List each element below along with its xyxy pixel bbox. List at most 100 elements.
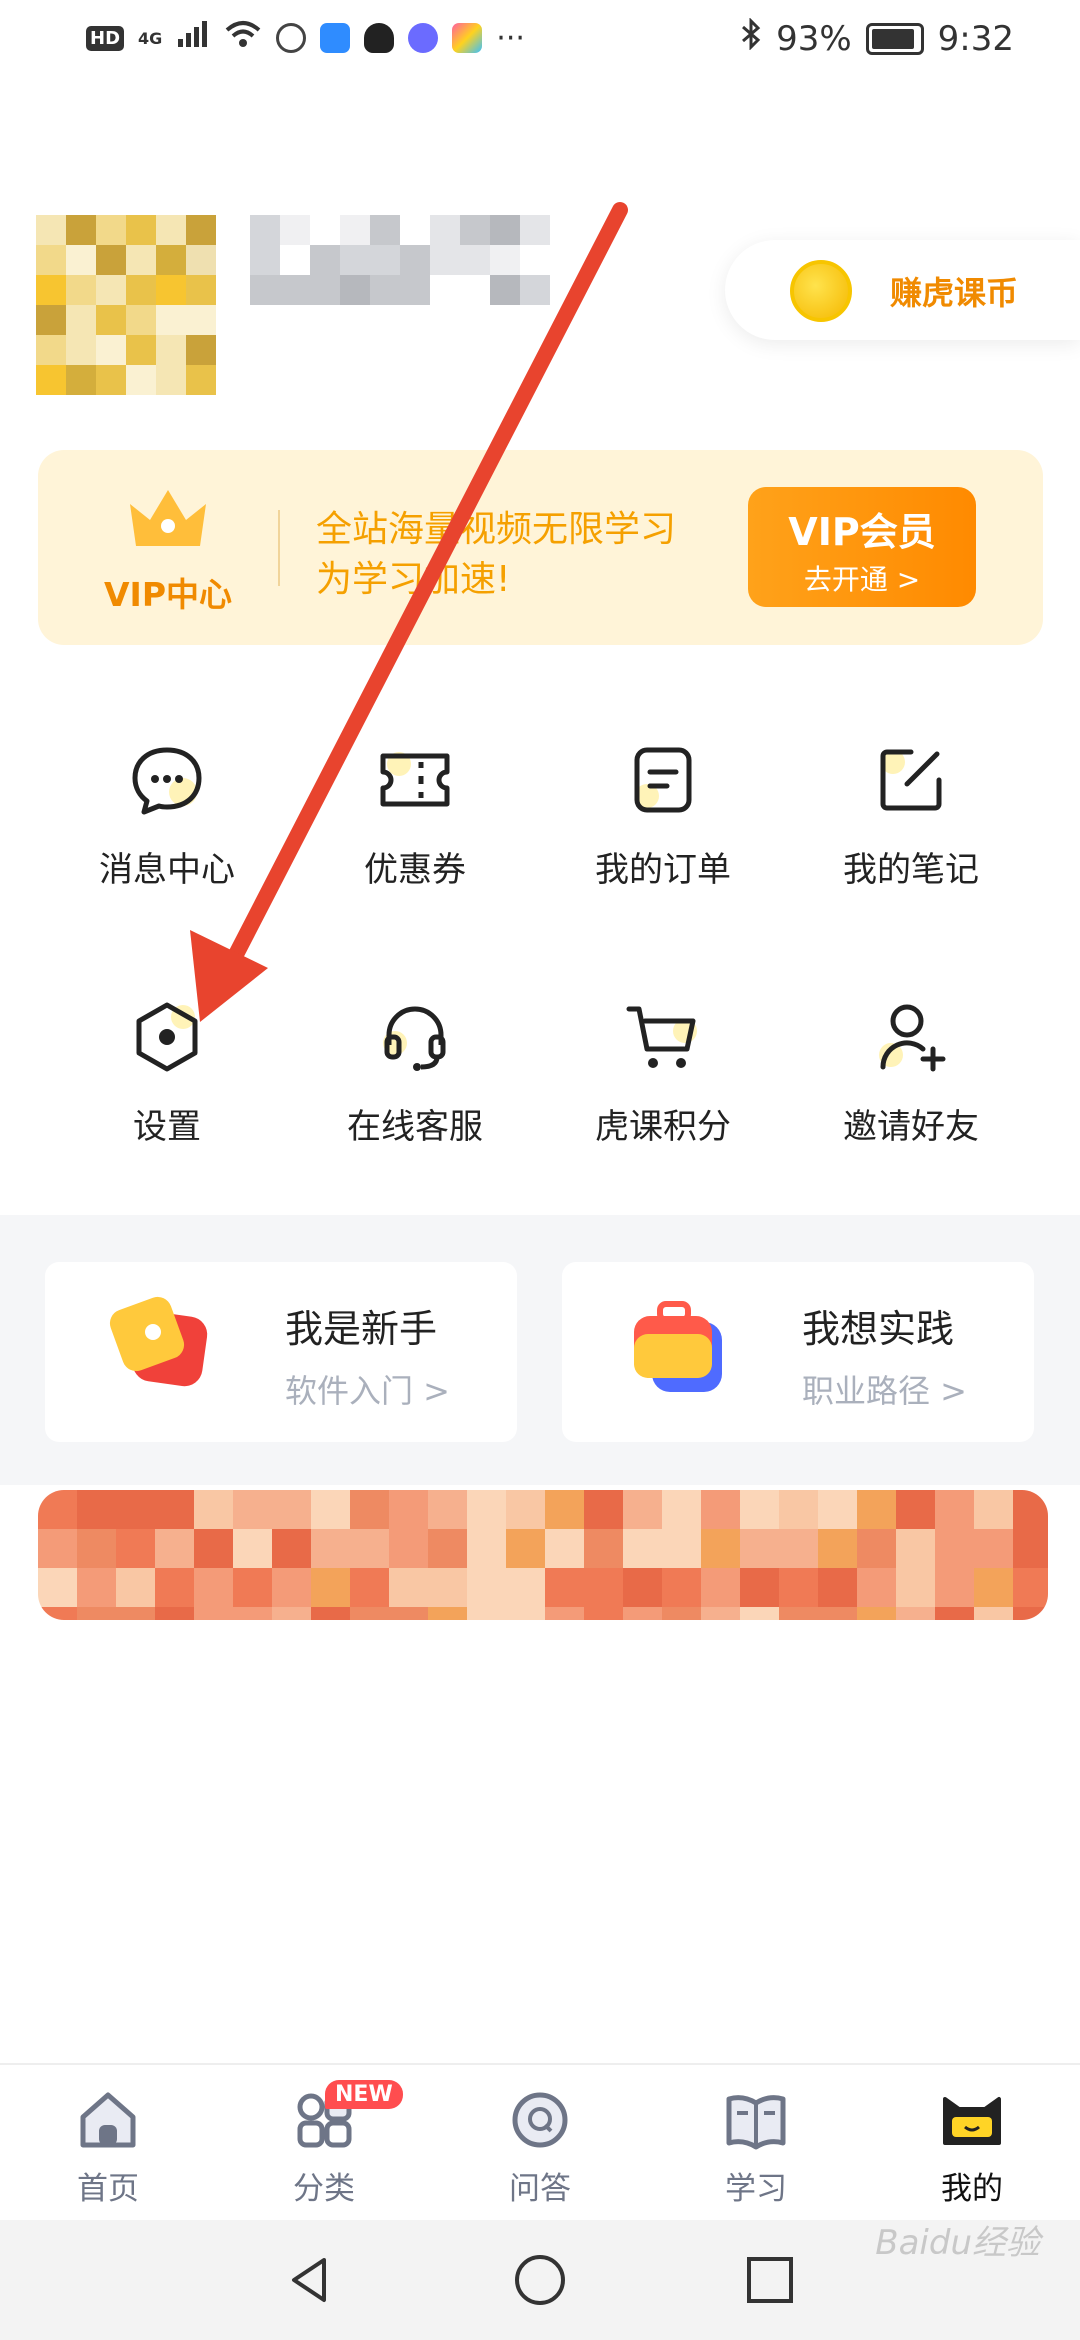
cart-icon — [626, 1006, 697, 1068]
pixel-block — [662, 1490, 701, 1529]
pixel-block — [974, 1568, 1013, 1607]
pixel-block — [155, 1568, 194, 1607]
pixel-block — [400, 275, 430, 305]
grid-item-invite[interactable]: 邀请好友 — [786, 997, 1036, 1167]
pixel-block — [186, 215, 216, 245]
earn-coins-label: 赚虎课币 — [890, 274, 1019, 312]
pixel-block — [506, 1568, 545, 1607]
pixel-block — [490, 245, 520, 275]
pixel-block — [935, 1529, 974, 1568]
more-dots-icon: ··· — [496, 20, 525, 56]
avatar[interactable] — [36, 215, 216, 395]
pixel-block — [545, 1568, 584, 1607]
back-icon[interactable] — [282, 2252, 338, 2308]
settings-icon — [136, 1002, 198, 1072]
tab-label: 首页 — [77, 2171, 139, 2207]
vip-promo-line2: 为学习加速! — [316, 559, 511, 600]
promo-banner-blurred[interactable] — [38, 1490, 1048, 1620]
beginner-card[interactable]: 我是新手 软件入门 > — [45, 1262, 517, 1442]
pixel-block — [896, 1607, 935, 1620]
recents-icon[interactable] — [742, 2252, 798, 2308]
crown-icon — [130, 490, 206, 546]
pixel-block — [194, 1568, 233, 1607]
pixel-block — [430, 275, 460, 305]
pixel-block — [155, 1607, 194, 1620]
pixel-block — [370, 245, 400, 275]
message-icon — [132, 747, 202, 815]
pixel-block — [66, 305, 96, 335]
pixel-block — [156, 215, 186, 245]
tab-label: 问答 — [509, 2171, 571, 2207]
pixel-block — [662, 1568, 701, 1607]
pixel-block — [38, 1529, 77, 1568]
vip-divider — [278, 510, 280, 586]
pixel-block — [311, 1490, 350, 1529]
pixel-block — [818, 1607, 857, 1620]
pixel-block — [250, 215, 280, 245]
grid-item-notes[interactable]: 我的笔记 — [786, 740, 1036, 910]
pixel-block — [194, 1607, 233, 1620]
pixel-block — [779, 1607, 818, 1620]
home-circle-icon[interactable] — [512, 2252, 568, 2308]
tab-study[interactable]: 学习 — [648, 2089, 864, 2208]
tab-qa[interactable]: 问答 — [432, 2089, 648, 2208]
practice-card[interactable]: 我想实践 职业路径 > — [562, 1262, 1034, 1442]
pixel-block — [36, 305, 66, 335]
pixel-block — [428, 1529, 467, 1568]
pixel-block — [340, 215, 370, 245]
pixel-block — [779, 1529, 818, 1568]
grid-item-points[interactable]: 虎课积分 — [538, 997, 788, 1167]
grid-item-orders[interactable]: 我的订单 — [538, 740, 788, 910]
pixel-block — [545, 1490, 584, 1529]
pixel-block — [506, 1490, 545, 1529]
pixel-block — [1013, 1490, 1048, 1529]
pixel-block — [126, 215, 156, 245]
tab-mine[interactable]: 我的 — [864, 2089, 1080, 2208]
pixel-block — [974, 1607, 1013, 1620]
pixel-block — [389, 1568, 428, 1607]
pixel-block — [66, 335, 96, 365]
briefcase-icon — [634, 1301, 722, 1392]
pixel-block — [896, 1568, 935, 1607]
pixel-block — [428, 1568, 467, 1607]
pixel-block — [77, 1490, 116, 1529]
grid-item-settings[interactable]: 设置 — [42, 997, 292, 1167]
coin-icon — [790, 260, 852, 322]
username-blurred[interactable] — [250, 215, 550, 325]
pixel-block — [974, 1529, 1013, 1568]
vip-card[interactable]: VIP中心 全站海量视频无限学习 为学习加速! VIP会员 去开通 > — [38, 450, 1043, 645]
pixel-block — [857, 1490, 896, 1529]
pixel-block — [280, 215, 310, 245]
pixel-block — [460, 275, 490, 305]
pixel-block — [701, 1607, 740, 1620]
grid-label: 消息中心 — [99, 850, 235, 890]
pixel-block — [36, 245, 66, 275]
earn-coins-button[interactable]: 赚虎课币 — [725, 240, 1080, 340]
pixel-block — [1013, 1529, 1048, 1568]
vip-button-title: VIP会员 — [788, 510, 936, 554]
pixel-block — [194, 1490, 233, 1529]
pixel-block — [310, 245, 340, 275]
grid-item-coupons[interactable]: 优惠券 — [290, 740, 540, 910]
pixel-block — [96, 305, 126, 335]
pixel-block — [701, 1490, 740, 1529]
pixel-block — [233, 1529, 272, 1568]
pixel-block — [896, 1490, 935, 1529]
pixel-block — [36, 275, 66, 305]
pixel-block — [272, 1568, 311, 1607]
pixel-block — [779, 1568, 818, 1607]
pixel-block — [233, 1490, 272, 1529]
pixel-block — [116, 1568, 155, 1607]
pixel-block — [584, 1529, 623, 1568]
grid-item-support[interactable]: 在线客服 — [290, 997, 540, 1167]
vip-join-button[interactable]: VIP会员 去开通 > — [748, 487, 976, 607]
tab-home[interactable]: 首页 — [0, 2089, 216, 2208]
pixel-block — [186, 365, 216, 395]
pixel-block — [740, 1490, 779, 1529]
pixel-block — [818, 1490, 857, 1529]
grid-label: 优惠券 — [364, 850, 466, 890]
pixel-block — [520, 245, 550, 275]
pixel-block — [36, 335, 66, 365]
grid-item-messages[interactable]: 消息中心 — [42, 740, 292, 910]
tab-category[interactable]: 分类 — [216, 2089, 432, 2208]
